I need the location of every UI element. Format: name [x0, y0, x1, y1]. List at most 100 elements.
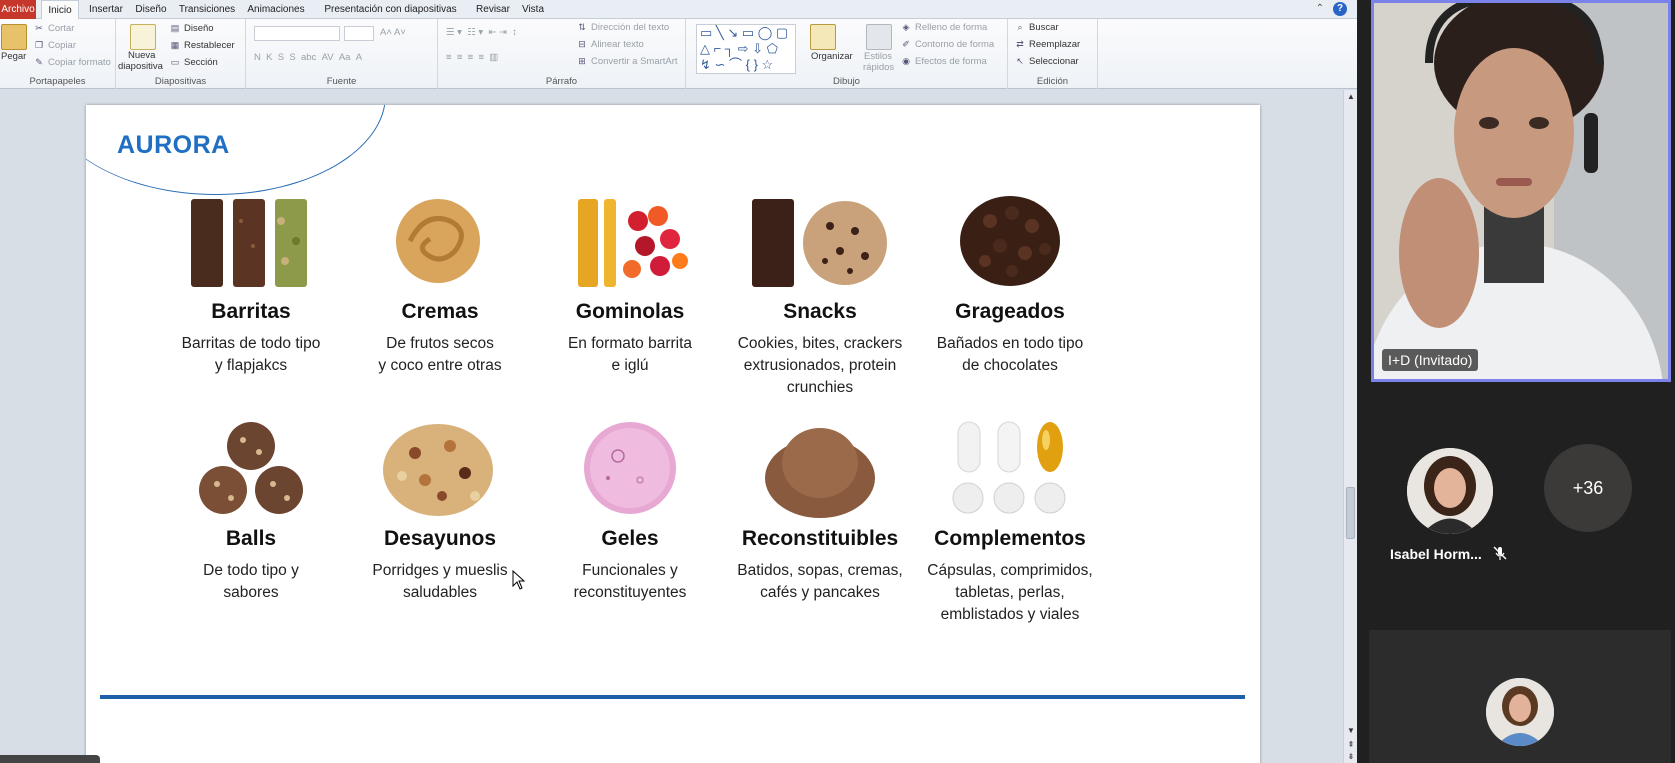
tab-diseno[interactable]: Diseño: [132, 0, 170, 19]
more-participants-button[interactable]: +36: [1544, 444, 1632, 532]
category-complementos: Complementos Cápsulas, comprimidos, tabl…: [917, 418, 1103, 626]
self-view-tile[interactable]: [1369, 630, 1671, 763]
estilos-icon[interactable]: [866, 24, 892, 50]
tab-transiciones[interactable]: Transiciones: [175, 0, 239, 19]
scroll-up-icon[interactable]: ▲: [1344, 90, 1357, 104]
scissors-icon: ✂: [35, 23, 43, 33]
reemplazar-button[interactable]: ⇄ Reemplazar: [1014, 39, 1080, 50]
participant-photo: [1407, 448, 1493, 534]
grow-font-icon[interactable]: A˄ A˅: [380, 27, 406, 38]
seleccionar-button[interactable]: ↖ Seleccionar: [1014, 56, 1078, 67]
category-description: Porridges y mueslis saludables: [372, 562, 508, 601]
category-grageados: Grageados Bañados en todo tipo de chocol…: [917, 191, 1103, 377]
group-diapositivas: Nueva diapositiva ▤ Diseño ▦ Restablecer ▭…: [116, 19, 246, 89]
restablecer-label: Restablecer: [184, 40, 235, 51]
help-icon[interactable]: ?: [1333, 2, 1347, 16]
cortar-label: Cortar: [48, 23, 75, 34]
speaker-video-frame: [1374, 3, 1668, 379]
geles-image: [560, 418, 700, 518]
vertical-scrollbar[interactable]: ▲ ▼ ⇞ ⇟: [1343, 90, 1357, 763]
tab-animaciones[interactable]: Animaciones: [244, 0, 308, 19]
category-title: Gominolas: [575, 300, 685, 323]
self-photo: [1486, 678, 1554, 746]
direccion-texto-button[interactable]: ⇅ Dirección del texto: [576, 22, 669, 33]
category-description: Barritas de todo tipo y flapjakcs: [181, 335, 321, 374]
tab-vista[interactable]: Vista: [518, 0, 548, 19]
estilos-label[interactable]: Estilos: [864, 51, 892, 62]
contorno-button[interactable]: ✐ Contorno de forma: [900, 39, 994, 50]
screen: Archivo Inicio Insertar Diseño Transicio…: [0, 0, 1675, 763]
tab-archivo[interactable]: Archivo: [0, 0, 36, 19]
fill-icon: ◈: [902, 22, 910, 32]
minimize-ribbon-icon[interactable]: ⌃: [1313, 2, 1327, 16]
copiar-button[interactable]: ❐ Copiar: [33, 40, 76, 51]
next-slide-icon[interactable]: ⇟: [1344, 750, 1357, 763]
efectos-button[interactable]: ◉ Efectos de forma: [900, 56, 987, 67]
group-label-diapositivas: Diapositivas: [154, 76, 207, 87]
align-icons[interactable]: ≡ ≡ ≡ ≡ ▥: [446, 52, 498, 63]
group-parrafo: ☰ ▾ ☷ ▾ ⇤ ⇥ ↕ ≡ ≡ ≡ ≡ ▥ ⇅ Dirección del t…: [438, 19, 686, 89]
slide-editor-pane: AURORA Barritas Barritas de todo tipo y …: [0, 90, 1343, 763]
restablecer-button[interactable]: ▦ Restablecer: [169, 40, 235, 51]
complementos-image: [940, 418, 1080, 518]
category-gominolas: Gominolas En formato barrita e iglú: [537, 191, 723, 377]
organizar-button[interactable]: Organizar: [811, 51, 853, 62]
footer-divider: [100, 695, 1245, 699]
section-icon: ▭: [170, 57, 180, 67]
category-reconstituibles: Reconstituibles Batidos, sopas, cremas, …: [727, 418, 913, 604]
ribbon: Pegar ✂ Cortar ❐ Copiar ✎ Copiar formato Po…: [0, 19, 1357, 89]
copiar-formato-label: Copiar formato: [48, 57, 111, 68]
buscar-label: Buscar: [1029, 22, 1059, 33]
scrollbar-thumb[interactable]: [1346, 487, 1355, 539]
group-portapapeles: Pegar ✂ Cortar ❐ Copiar ✎ Copiar formato Po…: [0, 19, 116, 89]
font-size-dropdown[interactable]: [344, 26, 374, 41]
group-dibujo: ▭ ╲ ↘ ▭ ◯ ▢ △ ⌐ ┐ ⇨ ⇩ ⬠ ↯ ∽ ⌒ { } ☆ Organi…: [686, 19, 1008, 89]
category-geles: Geles Funcionales y reconstituyentes: [537, 418, 723, 604]
shapes-gallery[interactable]: ▭ ╲ ↘ ▭ ◯ ▢ △ ⌐ ┐ ⇨ ⇩ ⬠ ↯ ∽ ⌒ { } ☆: [696, 24, 796, 74]
copiar-label: Copiar: [48, 40, 76, 51]
desayunos-image: [370, 418, 510, 518]
font-name-dropdown[interactable]: [254, 26, 340, 41]
category-description: De todo tipo y sabores: [203, 562, 299, 601]
smartart-button[interactable]: ⊞ Convertir a SmartArt: [576, 56, 677, 67]
self-avatar: [1486, 678, 1554, 746]
category-snacks: Snacks Cookies, bites, crackers extrusio…: [727, 191, 913, 399]
format-painter-icon: ✎: [35, 57, 43, 67]
category-desayunos: Desayunos Porridges y mueslis saludables: [347, 418, 533, 604]
paste-icon[interactable]: [1, 24, 27, 50]
category-title: Complementos: [934, 527, 1086, 550]
mic-off-icon: [1493, 546, 1507, 560]
copiar-formato-button[interactable]: ✎ Copiar formato: [33, 57, 111, 68]
tab-inicio[interactable]: Inicio: [41, 0, 79, 20]
relleno-button[interactable]: ◈ Relleno de forma: [900, 22, 988, 33]
category-title: Desayunos: [383, 527, 497, 550]
nueva-label-2[interactable]: diapositiva: [118, 61, 163, 72]
nueva-label-1[interactable]: Nueva: [128, 50, 155, 61]
seccion-button[interactable]: ▭ Sección: [169, 57, 218, 68]
reconstituibles-image: [750, 418, 890, 518]
tab-insertar[interactable]: Insertar: [84, 0, 128, 19]
alinear-texto-button[interactable]: ⊟ Alinear texto: [576, 39, 644, 50]
tab-presentacion[interactable]: Presentación con diapositivas: [313, 0, 468, 19]
category-title: Cremas: [401, 300, 479, 323]
rapidos-label[interactable]: rápidos: [863, 62, 894, 73]
category-balls: Balls De todo tipo y sabores: [158, 418, 344, 604]
organizar-icon[interactable]: [810, 24, 836, 50]
bold-italic-underline-icons[interactable]: N K S S abc AV Aa A: [254, 52, 362, 63]
tab-revisar[interactable]: Revisar: [472, 0, 514, 19]
category-description: Funcionales y reconstituyentes: [573, 562, 687, 601]
slide[interactable]: AURORA Barritas Barritas de todo tipo y …: [86, 105, 1260, 763]
active-speaker-video[interactable]: I+D (Invitado): [1371, 0, 1671, 382]
diseno-button[interactable]: ▤ Diseño: [169, 23, 214, 34]
participant-avatar[interactable]: [1407, 448, 1493, 534]
pegar-button[interactable]: Pegar: [1, 51, 26, 62]
buscar-button[interactable]: ⌕ Buscar: [1014, 22, 1059, 33]
scroll-down-icon[interactable]: ▼: [1344, 724, 1357, 738]
list-icons[interactable]: ☰ ▾ ☷ ▾ ⇤ ⇥ ↕: [446, 27, 517, 38]
new-slide-icon[interactable]: [130, 24, 156, 50]
category-barritas: Barritas Barritas de todo tipo y flapjak…: [158, 191, 344, 377]
gominolas-image: [560, 191, 700, 291]
mouse-cursor-icon: [512, 570, 526, 590]
direccion-label: Dirección del texto: [591, 22, 670, 33]
cortar-button[interactable]: ✂ Cortar: [33, 23, 74, 34]
